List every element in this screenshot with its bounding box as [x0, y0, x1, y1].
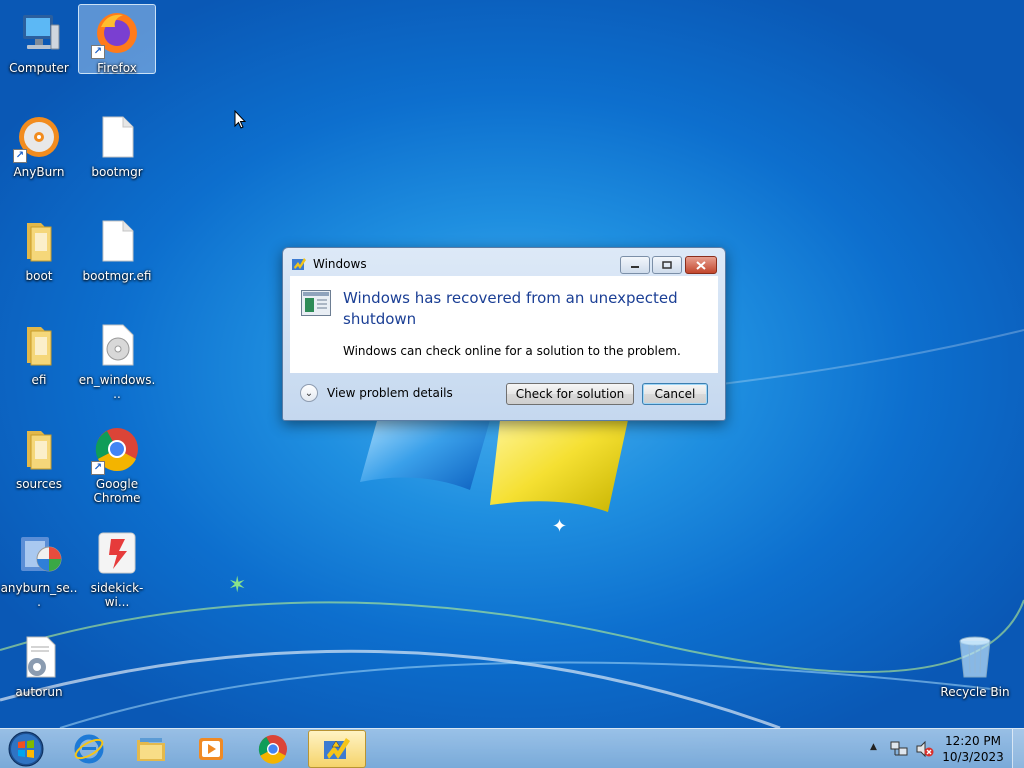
- chrome-icon: [258, 735, 287, 764]
- view-problem-details-toggle[interactable]: ⌄ View problem details: [300, 384, 453, 402]
- clock-time: 12:20 PM: [945, 734, 1001, 748]
- installer-icon: [15, 529, 63, 577]
- shortcut-arrow-icon: ↗: [13, 149, 27, 163]
- dialog-message: Windows can check online for a solution …: [343, 344, 681, 358]
- close-button[interactable]: [685, 256, 717, 274]
- desktop-icon-label: Recycle Bin: [940, 685, 1010, 699]
- chevron-down-icon: ⌄: [300, 384, 318, 402]
- file-icon: [93, 113, 141, 161]
- dialog-title: Windows: [313, 257, 367, 271]
- desktop-icon-sidekick[interactable]: sidekick-wi...: [78, 524, 156, 620]
- sidekick-icon: [93, 529, 141, 577]
- recycle-bin-icon: [951, 633, 999, 681]
- desktop-icon-recycle-bin[interactable]: Recycle Bin: [936, 628, 1014, 724]
- taskbar-clock[interactable]: 12:20 PM 10/3/2023: [938, 733, 1008, 765]
- network-icon[interactable]: [890, 740, 908, 758]
- desktop-icon-label: Computer: [9, 61, 69, 75]
- anyburn-icon: ↗: [13, 113, 63, 163]
- show-desktop-button[interactable]: [1012, 729, 1024, 768]
- desktop-icon-bootmgr[interactable]: bootmgr: [78, 108, 156, 204]
- desktop-icon-label: en_windows...: [78, 373, 156, 401]
- desktop-icon-label: anyburn_se...: [0, 581, 78, 609]
- internet-explorer-icon: [74, 734, 104, 764]
- taskbar-chrome[interactable]: [244, 730, 302, 768]
- maximize-button[interactable]: [652, 256, 682, 274]
- desktop-icon-efi[interactable]: efi: [0, 316, 78, 412]
- desktop-icon-bootmgr-efi[interactable]: bootmgr.efi: [78, 212, 156, 308]
- desktop-icon-label: bootmgr.efi: [82, 269, 152, 283]
- folder-icon: [15, 217, 63, 265]
- dialog-footer: ⌄ View problem details Check for solutio…: [290, 373, 718, 413]
- window-report-icon: [301, 290, 331, 316]
- shortcut-arrow-icon: ↗: [91, 461, 105, 475]
- folder-icon: [15, 425, 63, 473]
- desktop-icon-label: sources: [15, 477, 63, 491]
- unexpected-shutdown-dialog: Windows Windows has recovered from an un…: [282, 247, 726, 421]
- minimize-icon: [631, 266, 639, 268]
- file-icon: [93, 217, 141, 265]
- file-explorer-icon: [137, 738, 165, 761]
- firefox-icon: ↗: [91, 9, 141, 59]
- start-button[interactable]: [6, 730, 46, 768]
- show-hidden-icons-icon[interactable]: ▲: [870, 742, 877, 752]
- windows-start-orb-icon: [8, 731, 44, 767]
- taskbar-problem-reports[interactable]: [308, 730, 366, 768]
- desktop-icon-label: boot: [25, 269, 53, 283]
- dialog-titlebar[interactable]: Windows: [283, 248, 725, 278]
- volume-muted-icon[interactable]: [916, 740, 934, 758]
- problem-reports-icon: [292, 258, 306, 270]
- desktop-icon-computer[interactable]: Computer: [0, 4, 78, 100]
- desktop-icon-label: AnyBurn: [13, 165, 65, 179]
- chrome-icon: ↗: [91, 425, 141, 475]
- desktop-icon-sources[interactable]: sources: [0, 420, 78, 516]
- desktop-icon-autorun[interactable]: autorun: [0, 628, 78, 724]
- taskbar-media-player[interactable]: [182, 730, 240, 768]
- check-for-solution-button[interactable]: Check for solution: [506, 383, 634, 405]
- dialog-content: Windows has recovered from an unexpected…: [290, 276, 718, 373]
- disc-image-icon: [93, 321, 141, 369]
- folder-icon: [15, 321, 63, 369]
- mouse-cursor-icon: [234, 110, 246, 129]
- computer-icon: [15, 9, 63, 57]
- desktop-icon-label: autorun: [15, 685, 63, 699]
- desktop-icon-label: Firefox: [97, 61, 137, 75]
- desktop-icon-en-windows[interactable]: en_windows...: [78, 316, 156, 412]
- desktop-icon-boot[interactable]: boot: [0, 212, 78, 308]
- cancel-button[interactable]: Cancel: [642, 383, 708, 405]
- taskbar-file-explorer[interactable]: [122, 730, 180, 768]
- desktop-icon-anyburn-setup[interactable]: anyburn_se...: [0, 524, 78, 620]
- shortcut-arrow-icon: ↗: [91, 45, 105, 59]
- close-icon: [696, 260, 706, 270]
- media-player-icon: [199, 738, 223, 760]
- desktop-icon-label: sidekick-wi...: [90, 581, 144, 609]
- problem-reports-icon: [324, 738, 350, 759]
- desktop-icon-firefox[interactable]: ↗ Firefox: [78, 4, 156, 75]
- desktop-icon-anyburn[interactable]: ↗ AnyBurn: [0, 108, 78, 204]
- desktop-icon-label: efi: [31, 373, 47, 387]
- taskbar: ▲ 12:20 PM 10/3/2023: [0, 728, 1024, 768]
- view-problem-details-label: View problem details: [327, 386, 453, 400]
- desktop-icon-label: bootmgr: [91, 165, 143, 179]
- maximize-icon: [662, 261, 672, 269]
- taskbar-internet-explorer[interactable]: [60, 730, 118, 768]
- dialog-heading: Windows has recovered from an unexpected…: [343, 289, 678, 328]
- clock-date: 10/3/2023: [942, 750, 1004, 764]
- desktop-icon-label: Google Chrome: [93, 477, 141, 505]
- svg-text:✶: ✶: [228, 573, 246, 598]
- svg-text:✦: ✦: [552, 516, 567, 537]
- minimize-button[interactable]: [620, 256, 650, 274]
- autorun-config-icon: [15, 633, 63, 681]
- desktop-icon-google-chrome[interactable]: ↗ Google Chrome: [78, 420, 156, 516]
